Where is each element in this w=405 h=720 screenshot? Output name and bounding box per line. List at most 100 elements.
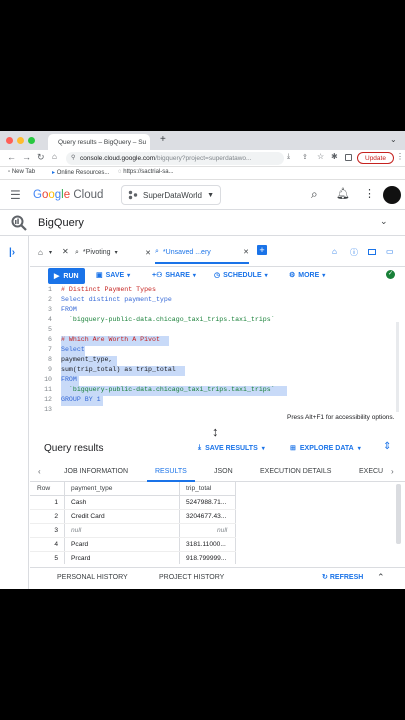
scroll-right-icon[interactable]: › [391, 467, 394, 476]
url-field[interactable]: ⚲ console.cloud.google.com/bigquery?proj… [66, 152, 284, 165]
close-tab-icon[interactable]: ✕ [243, 248, 249, 256]
project-name: SuperDataWorld [143, 190, 202, 200]
table-row[interactable]: 5 Prcard 918.799999... [30, 552, 236, 564]
download-icon: ⤓ [198, 444, 202, 451]
bookmark-star-icon[interactable]: ☆ [317, 152, 324, 161]
table-row[interactable]: 3 null null [30, 524, 236, 538]
new-tab-icon[interactable]: + [160, 134, 166, 145]
notifications-bell-icon[interactable]: 🔔︎ [336, 187, 350, 200]
table-row[interactable]: 1 Cash 5247988.71... [30, 496, 236, 510]
close-tab-icon[interactable]: ✕ [145, 249, 151, 257]
more-button[interactable]: ⚙ MORE ▾ [289, 271, 325, 280]
tab-pivoting[interactable]: ⌕ *Pivoting ▾ ✕ [75, 243, 151, 262]
download-icon[interactable]: ⤓ [287, 153, 290, 161]
code-line: # Which Are Worth A Pivot [61, 336, 160, 343]
back-icon[interactable]: ← [7, 152, 16, 162]
run-button[interactable]: ▶ RUN [48, 268, 85, 284]
browser-menu-icon[interactable]: ⋮ [396, 152, 404, 161]
chevron-down-icon[interactable]: ⌄ [380, 216, 388, 227]
google-cloud-logo[interactable]: Google Cloud [33, 189, 103, 201]
info-icon[interactable]: ⓘ [350, 247, 358, 258]
browser-tab-active[interactable]: Query results – BigQuery – Su ✕ [48, 134, 150, 150]
maximize-window-dot[interactable] [28, 137, 35, 144]
row-number: 1 [54, 499, 58, 506]
share-button[interactable]: +⚇ SHARE ▾ [152, 271, 196, 280]
line-number: 5 [48, 326, 52, 333]
extensions-icon[interactable]: ✱ [331, 152, 338, 161]
schedule-button[interactable]: ◷ SCHEDULE ▾ [214, 271, 268, 280]
share-label: SHARE [165, 271, 190, 279]
explore-data-button[interactable]: ⊞ EXPLORE DATA ▾ [290, 444, 361, 453]
close-window-dot[interactable] [6, 137, 13, 144]
schedule-icon: ◷ [214, 272, 221, 279]
bookmark-sactrial[interactable]: ◌ https://sactrial-sa... [118, 169, 174, 175]
project-picker[interactable]: SuperDataWorld ▼ [121, 185, 221, 205]
project-history-tab[interactable]: PROJECT HISTORY [159, 574, 224, 581]
bookmark-new-tab[interactable]: ▫ New Tab [8, 169, 35, 175]
close-tab-icon[interactable]: ✕ [62, 247, 69, 256]
tab-label: *Pivoting [82, 249, 111, 256]
expand-explorer-icon[interactable]: |› [9, 247, 15, 258]
expand-collapse-icon[interactable]: ⇕ [383, 441, 391, 452]
tab-execution-details[interactable]: EXECUTION DETAILS [260, 468, 331, 475]
table-row[interactable]: 2 Credit Card 3204677.43... [30, 510, 236, 524]
save-button[interactable]: ▣ SAVE ▾ [96, 271, 130, 280]
editor-scrollbar[interactable] [396, 322, 399, 412]
home-icon[interactable]: ⌂ [332, 247, 337, 256]
tab-execution-graph[interactable]: EXECU [359, 468, 383, 475]
cell-payment-type: Pcard [71, 541, 89, 548]
sql-editor[interactable]: 1 # Distinct Payment Types 2 Select dist… [30, 286, 405, 423]
code-line: `bigquery-public-data.chicago_taxi_trips… [61, 386, 275, 393]
folder-icon: ▫ [8, 169, 11, 175]
refresh-icon: ↻ [322, 574, 328, 581]
results-table: Row payment_type trip_total 1 Cash 52479… [30, 482, 405, 564]
resize-handle-icon[interactable]: ↕ [212, 424, 219, 439]
table-row[interactable]: 4 Pcard 3181.11000... [30, 538, 236, 552]
avatar[interactable] [383, 186, 401, 204]
chevron-up-icon[interactable]: ⌃ [377, 572, 385, 583]
hamburger-menu-icon[interactable]: ☰ [10, 188, 21, 202]
tab-search-chevron-icon[interactable]: ⌄ [390, 135, 397, 144]
line-number: 11 [44, 386, 52, 393]
minimize-window-dot[interactable] [17, 137, 24, 144]
history-bar: PERSONAL HISTORY PROJECT HISTORY ↻ REFRES… [30, 567, 405, 589]
cell-payment-type: Cash [71, 499, 87, 506]
share-icon: +⚇ [152, 272, 163, 279]
code-line: `bigquery-public-data.chicago_taxi_trips… [61, 316, 275, 323]
tab-job-information[interactable]: JOB INFORMATION [64, 468, 128, 475]
schedule-label: SCHEDULE [223, 271, 262, 279]
split-view-icon[interactable]: ▭ [386, 247, 394, 256]
code-line: payment_type, [61, 356, 113, 363]
site-info-icon[interactable]: ⚲ [71, 152, 75, 165]
column-header: payment_type [71, 485, 113, 492]
update-button[interactable]: Update [357, 152, 394, 164]
home-icon[interactable]: ⌂ [52, 152, 57, 161]
save-results-button[interactable]: ⤓ SAVE RESULTS ▾ [198, 444, 265, 452]
side-panel-icon[interactable] [345, 154, 352, 161]
forward-icon[interactable]: → [22, 152, 31, 162]
cell-payment-type: null [71, 527, 82, 534]
keyboard-icon[interactable] [368, 249, 376, 255]
tab-results[interactable]: RESULTS [147, 468, 195, 482]
add-tab-icon[interactable]: + [257, 245, 267, 255]
refresh-button[interactable]: ↻ REFRESH [322, 573, 363, 582]
personal-history-tab[interactable]: PERSONAL HISTORY [57, 574, 128, 581]
bookmark-online-resources[interactable]: ▸ Online Resources... [52, 169, 109, 176]
tab-unsaved-query[interactable]: ⌕ *Unsaved ...ery ✕ [155, 242, 249, 264]
line-number: 13 [44, 406, 52, 413]
share-page-icon[interactable]: ⇪ [302, 153, 308, 161]
more-options-icon[interactable]: ⋮ [364, 187, 375, 200]
save-icon: ▣ [96, 272, 103, 279]
search-icon[interactable]: ⌕ [311, 187, 318, 202]
dropdown-icon[interactable]: ▾ [49, 249, 52, 256]
line-number: 6 [48, 336, 52, 343]
table-header: Row payment_type trip_total [30, 482, 236, 564]
results-title: Query results [44, 443, 104, 454]
home-tab-icon[interactable]: ⌂ [38, 248, 43, 257]
results-scrollbar[interactable] [396, 484, 401, 544]
folder-icon: ▸ [52, 170, 56, 176]
product-header: BigQuery ⌄ [0, 210, 405, 236]
scroll-left-icon[interactable]: ‹ [38, 467, 41, 476]
tab-json[interactable]: JSON [214, 468, 233, 475]
reload-icon[interactable]: ↻ [37, 152, 45, 163]
